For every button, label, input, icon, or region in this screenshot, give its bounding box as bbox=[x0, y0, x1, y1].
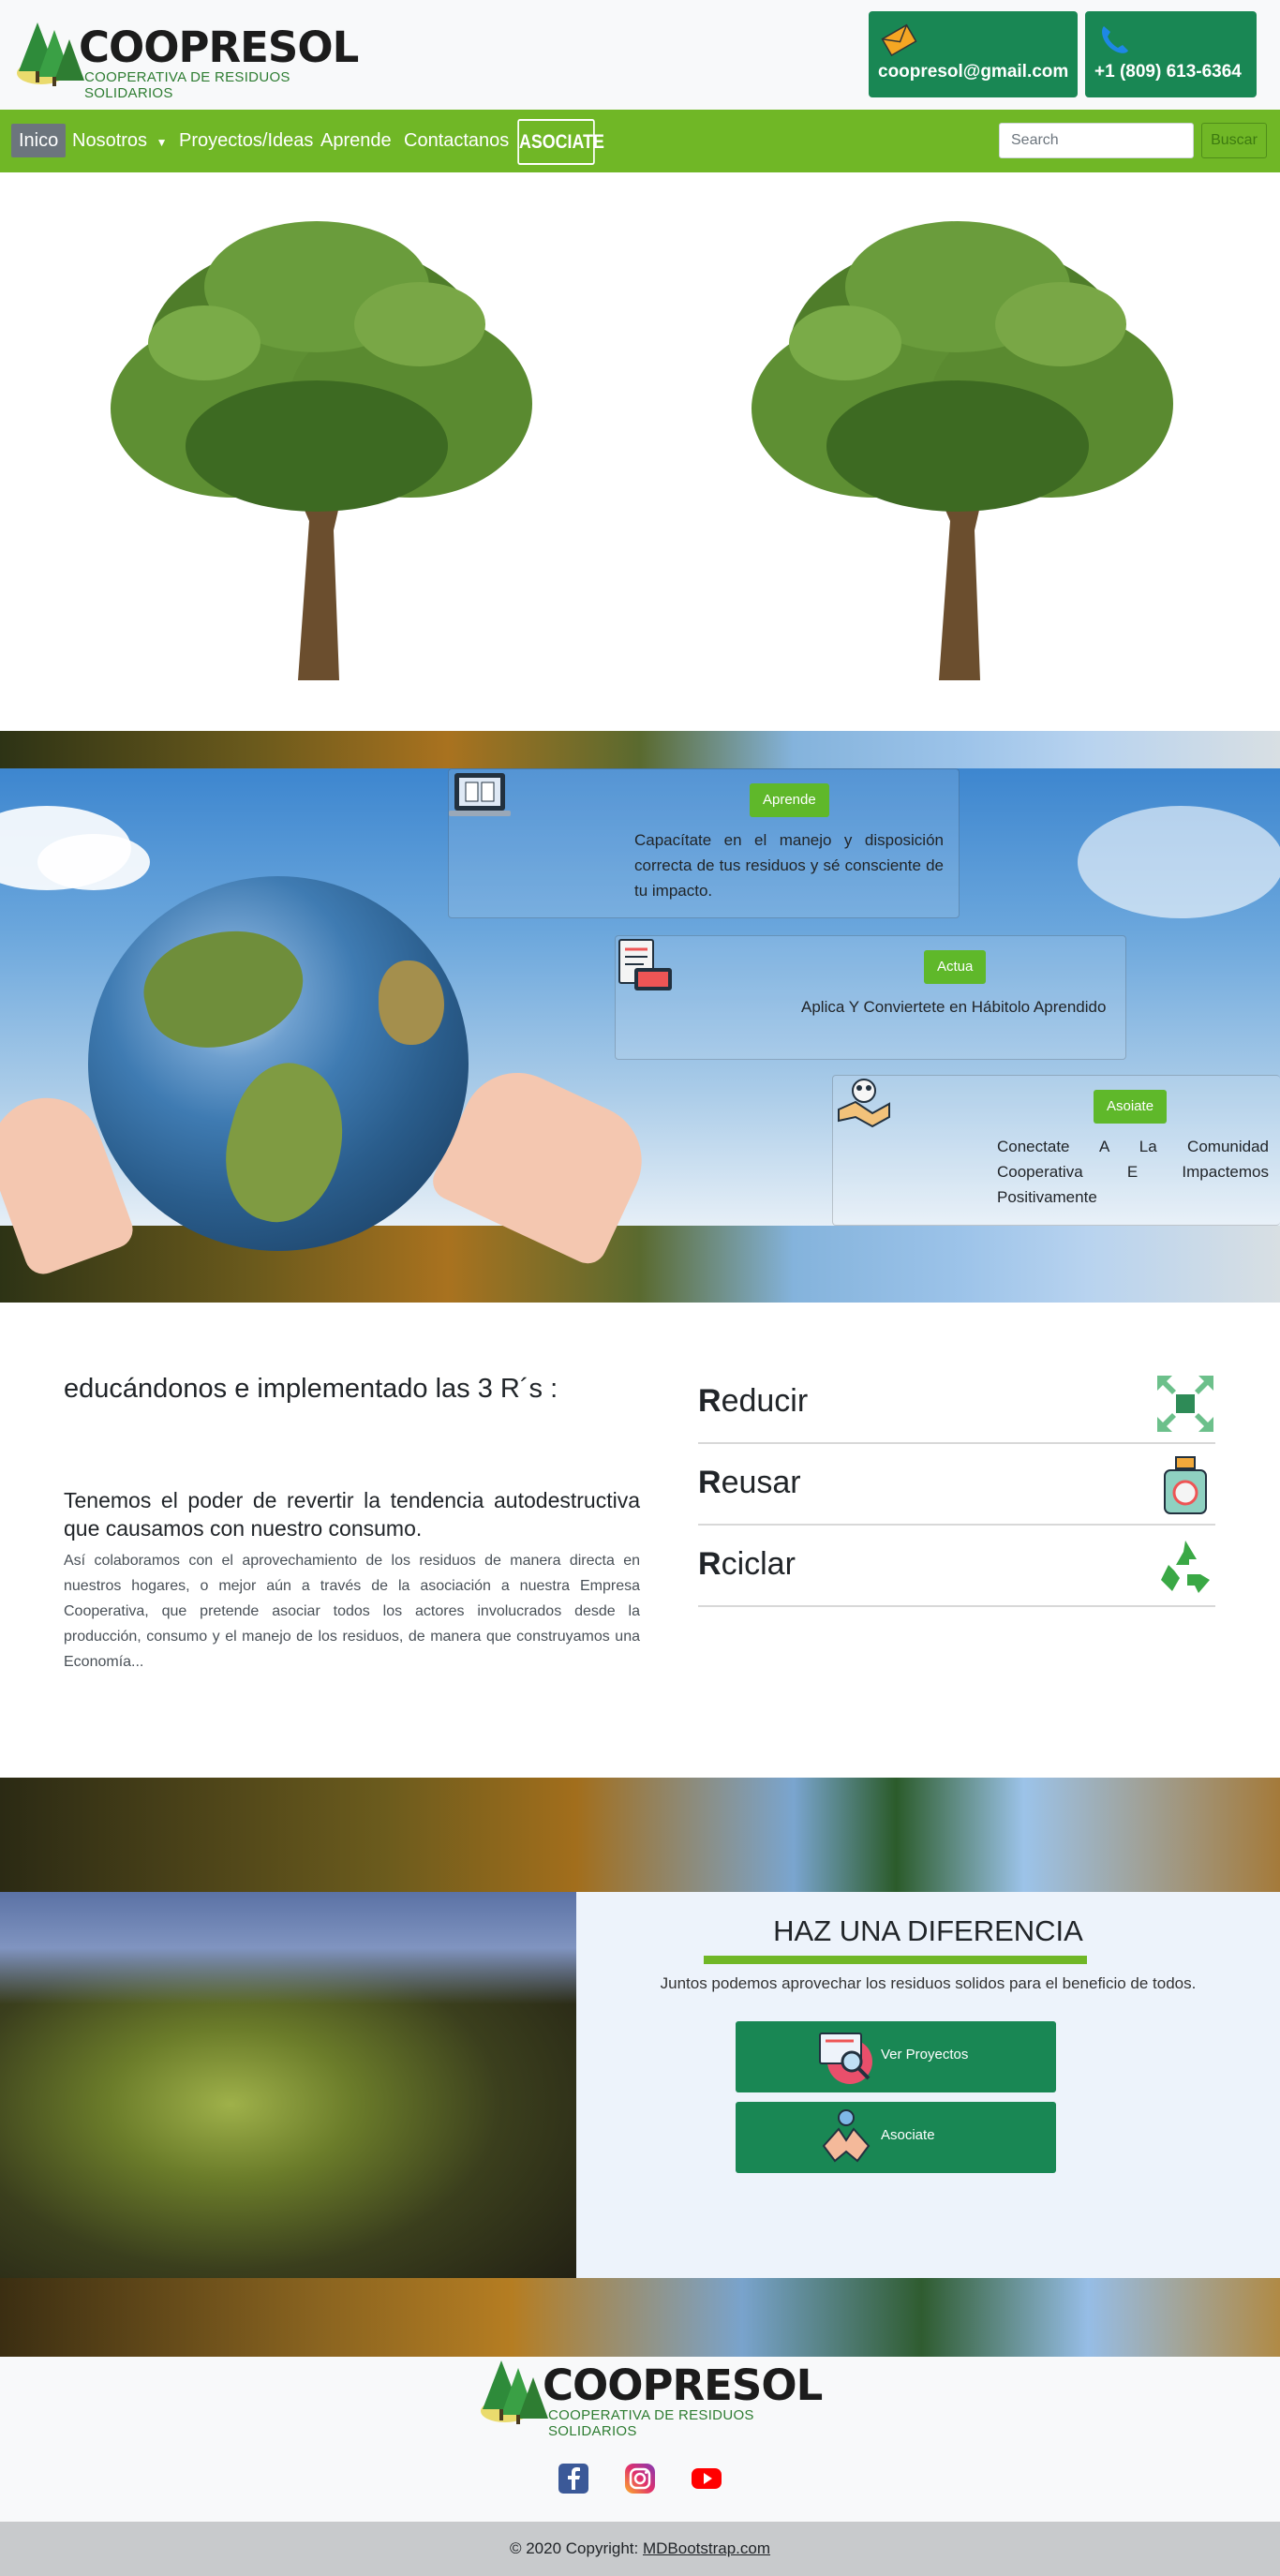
hero-trees bbox=[0, 172, 1280, 731]
brand-logo[interactable]: COOPRESOL COOPERATIVA DE RESIDUOS SOLIDA… bbox=[13, 19, 359, 101]
r-item-reducir: Reducir bbox=[698, 1362, 1215, 1444]
search-input[interactable]: Search bbox=[999, 123, 1194, 158]
forest-strip-image bbox=[0, 1778, 1280, 1892]
facebook-icon[interactable] bbox=[557, 2462, 590, 2495]
forest-strip-bottom-image bbox=[0, 2278, 1280, 2357]
nav-nosotros[interactable]: Nosotros ▼ bbox=[72, 124, 167, 157]
main-navbar: Inico Nosotros ▼ Proyectos/Ideas Aprende… bbox=[0, 110, 1280, 172]
chevron-down-icon: ▼ bbox=[156, 136, 168, 149]
rrr-subheading: Tenemos el poder de revertir la tendenci… bbox=[64, 1488, 640, 1541]
badge-asociate[interactable]: Asoiate bbox=[1094, 1090, 1168, 1124]
card-actua[interactable]: Actua Aplica Y Conviertete en Hábitolo A… bbox=[615, 935, 1126, 1060]
email-button[interactable]: coopresol@gmail.com bbox=[869, 11, 1078, 97]
nav-proyectos[interactable]: Proyectos/Ideas bbox=[179, 124, 313, 157]
asociate-button[interactable]: Asociate bbox=[736, 2102, 1056, 2173]
recycle-icon bbox=[1161, 1541, 1210, 1593]
brand-tagline: COOPERATIVA DE RESIDUOS SOLIDARIOS bbox=[84, 69, 290, 101]
nav-nosotros-label: Nosotros bbox=[72, 130, 148, 151]
card-asociate[interactable]: Asoiate Conectate A La Comunidad Coopera… bbox=[832, 1075, 1280, 1226]
copyright-bar: © 2020 Copyright: MDBootstrap.com bbox=[0, 2522, 1280, 2576]
card-aprende[interactable]: Aprende Capacítate en el manejo y dispos… bbox=[448, 768, 960, 918]
youtube-icon[interactable] bbox=[690, 2462, 723, 2495]
rrr-paragraph: Así colaboramos con el aprovechamiento d… bbox=[64, 1553, 640, 1670]
r-initial: R bbox=[698, 1546, 722, 1582]
globe-banner: Aprende Capacítate en el manejo y dispos… bbox=[0, 731, 1280, 1303]
difference-section: HAZ UNA DIFERENCIA Juntos podemos aprove… bbox=[0, 1892, 1280, 2278]
document-computer-icon bbox=[618, 939, 672, 990]
r-initial: R bbox=[698, 1465, 722, 1500]
email-text: coopresol@gmail.com bbox=[878, 62, 1069, 82]
r-initial: R bbox=[698, 1383, 722, 1419]
brand-name: COOPRESOL bbox=[79, 22, 359, 72]
three-rs-section: educándonos e implementado las 3 R´s : T… bbox=[0, 1303, 1280, 1778]
moss-photo-image bbox=[0, 1892, 576, 2278]
ver-proyectos-label: Ver Proyectos bbox=[881, 2047, 969, 2062]
card-asociate-text: Conectate A La Comunidad Cooperativa E I… bbox=[997, 1138, 1269, 1206]
r-rest: ciclar bbox=[721, 1546, 796, 1582]
footer: COOPRESOL COOPERATIVA DE RESIDUOS SOLIDA… bbox=[0, 2357, 1280, 2522]
r-rest: eusar bbox=[721, 1465, 801, 1500]
earth-globe-image bbox=[88, 876, 469, 1251]
instagram-icon[interactable] bbox=[623, 2462, 657, 2495]
envelope-icon bbox=[881, 23, 917, 57]
nav-contactanos[interactable]: Contactanos bbox=[404, 124, 509, 157]
r-item-reciclar: Rciclar bbox=[698, 1526, 1215, 1607]
nav-asociate-button[interactable]: ASOCIATE bbox=[517, 119, 604, 165]
title-underline bbox=[704, 1956, 1087, 1964]
footer-brand-tagline: COOPERATIVA DE RESIDUOS SOLIDARIOS bbox=[548, 2407, 754, 2439]
tree-image-right bbox=[752, 221, 1173, 680]
handshake-icon bbox=[838, 1079, 890, 1128]
badge-actua[interactable]: Actua bbox=[924, 950, 987, 984]
footer-brand-name: COOPRESOL bbox=[543, 2360, 823, 2410]
top-header: COOPRESOL COOPERATIVA DE RESIDUOS SOLIDA… bbox=[0, 0, 1280, 110]
badge-aprende[interactable]: Aprende bbox=[750, 783, 829, 817]
copyright-link[interactable]: MDBootstrap.com bbox=[643, 2539, 770, 2557]
r-item-reusar: Reusar bbox=[698, 1444, 1215, 1526]
search-button[interactable]: Buscar bbox=[1201, 123, 1267, 158]
nav-aprende[interactable]: Aprende bbox=[320, 124, 392, 157]
laptop-book-icon bbox=[449, 773, 511, 816]
card-actua-text: Aplica Y Conviertete en Hábitolo Aprendi… bbox=[801, 998, 1107, 1016]
asociate-label: Asociate bbox=[881, 2127, 935, 2143]
reuse-bottle-icon bbox=[1164, 1456, 1207, 1514]
rrr-heading: educándonos e implementado las 3 R´s : bbox=[64, 1374, 558, 1404]
card-aprende-text: Capacítate en el manejo y disposición co… bbox=[634, 831, 944, 900]
difference-title: HAZ UNA DIFERENCIA bbox=[773, 1914, 1083, 1947]
difference-lead: Juntos podemos aprovechar los residuos s… bbox=[660, 1974, 1197, 1992]
tree-image-left bbox=[111, 221, 532, 680]
nav-inicio[interactable]: Inico bbox=[11, 124, 67, 157]
footer-brand-logo[interactable]: COOPRESOL COOPERATIVA DE RESIDUOS SOLIDA… bbox=[477, 2357, 823, 2439]
phone-icon bbox=[1102, 26, 1128, 53]
reduce-arrows-icon bbox=[1157, 1376, 1213, 1432]
copyright-text: © 2020 Copyright: bbox=[509, 2539, 643, 2557]
phone-text: +1 (809) 613-6364 bbox=[1094, 62, 1242, 82]
ver-proyectos-button[interactable]: Ver Proyectos bbox=[736, 2021, 1056, 2092]
projects-magnifier-icon bbox=[819, 2033, 872, 2084]
r-rest: educir bbox=[721, 1383, 809, 1419]
phone-button[interactable]: +1 (809) 613-6364 bbox=[1085, 11, 1257, 97]
hands-together-icon bbox=[822, 2109, 871, 2163]
page: COOPRESOL COOPERATIVA DE RESIDUOS SOLIDA… bbox=[0, 0, 1280, 2576]
